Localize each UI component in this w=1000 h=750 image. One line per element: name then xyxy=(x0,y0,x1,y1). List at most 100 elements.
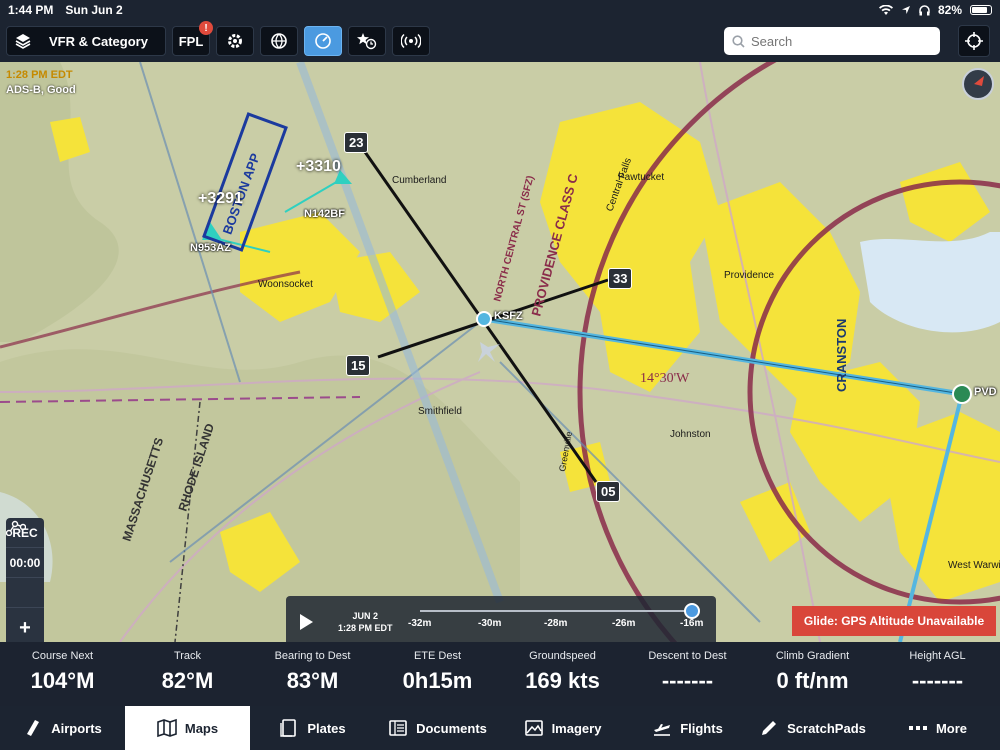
compass-arrow-icon xyxy=(974,76,984,86)
wifi-icon xyxy=(878,4,893,15)
instrument-value: 169 kts xyxy=(525,668,600,693)
label-woonsocket: Woonsocket xyxy=(258,279,313,290)
play-icon[interactable] xyxy=(300,614,313,630)
instrument-bearing-to-dest[interactable]: Bearing to Dest 83°M xyxy=(250,642,375,706)
settings-button[interactable] xyxy=(216,26,254,56)
map-canvas: Woonsocket Cumberland Pawtucket Providen… xyxy=(0,62,1000,642)
maps-icon xyxy=(157,718,177,738)
instrument-ete-dest[interactable]: ETE Dest 0h15m xyxy=(375,642,500,706)
plates-icon xyxy=(280,719,297,737)
center-on-location-button[interactable] xyxy=(958,25,990,57)
traffic-id-1[interactable]: N142BF xyxy=(304,208,345,220)
timeline-mark: -30m xyxy=(478,618,502,629)
layers-icon xyxy=(15,34,31,49)
tab-label: Airports xyxy=(51,720,102,736)
fpl-badge: ! xyxy=(199,21,213,35)
timeline-slider-handle[interactable] xyxy=(684,603,700,619)
layers-label: VFR & Category xyxy=(49,33,148,49)
instrument-value: 82°M xyxy=(161,668,214,693)
label-johnston: Johnston xyxy=(670,429,711,440)
north-up-compass-button[interactable] xyxy=(962,68,994,100)
instrument-climb-gradient[interactable]: Climb Gradient 0 ft/nm xyxy=(750,642,875,706)
connectivity-button[interactable] xyxy=(392,26,430,56)
tab-airports[interactable]: Airports xyxy=(0,706,125,750)
status-time: 1:44 PM xyxy=(8,3,54,17)
status-indicators: 82% xyxy=(878,3,992,17)
instrument-height-agl[interactable]: Height AGL ------- xyxy=(875,642,1000,706)
tab-label: Documents xyxy=(416,720,487,736)
ksfz-airport-symbol[interactable] xyxy=(476,311,492,327)
glide-alert-banner[interactable]: Glide: GPS Altitude Unavailable xyxy=(792,606,996,636)
instruments-button[interactable] xyxy=(304,26,342,56)
search-input[interactable] xyxy=(751,33,921,49)
weather-timeline: JUN 2 1:28 PM EDT -32m -30m -28m -26m -1… xyxy=(286,596,716,642)
tab-label: More xyxy=(935,720,968,736)
more-icon xyxy=(908,726,927,730)
pvd-airport-symbol[interactable] xyxy=(952,384,972,404)
instrument-descent-to-dest[interactable]: Descent to Dest ------- xyxy=(625,642,750,706)
instrument-label: Groundspeed xyxy=(529,650,596,662)
search-icon xyxy=(732,34,745,48)
tab-documents[interactable]: Documents xyxy=(375,706,500,750)
tab-flights[interactable]: Flights xyxy=(625,706,750,750)
battery-percent: 82% xyxy=(937,3,962,17)
airports-icon xyxy=(27,720,40,736)
broadcast-icon xyxy=(401,33,421,49)
globe-icon xyxy=(271,33,287,49)
favorites-recents-button[interactable] xyxy=(348,26,386,56)
airport-tag-pvd[interactable]: PVD xyxy=(974,386,997,398)
route-tool-button[interactable] xyxy=(6,520,44,608)
tab-scratchpads[interactable]: ScratchPads xyxy=(750,706,875,750)
instrument-label: Climb Gradient xyxy=(775,650,850,662)
timeline-mark: -16m xyxy=(680,618,704,629)
documents-icon xyxy=(389,720,407,736)
instrument-label: ETE Dest xyxy=(413,650,462,662)
runway-label-05: 05 xyxy=(596,481,621,502)
scratchpads-icon xyxy=(762,721,777,735)
label-cranston: CRANSTON xyxy=(834,319,849,392)
globe-button[interactable] xyxy=(260,26,298,56)
tab-label: Flights xyxy=(680,720,723,736)
label-cumberland: Cumberland xyxy=(392,175,446,186)
tab-label: Imagery xyxy=(551,720,602,736)
tab-imagery[interactable]: Imagery xyxy=(500,706,625,750)
instrument-panel[interactable]: Course Next 104°M Track 82°M Bearing to … xyxy=(0,642,1000,706)
gauge-icon xyxy=(315,33,331,49)
traffic-id-2[interactable]: N953AZ xyxy=(190,242,231,254)
instrument-value: 0 ft/nm xyxy=(776,668,849,693)
airport-tag-ksfz[interactable]: KSFZ xyxy=(494,310,523,322)
search-box[interactable] xyxy=(724,27,940,55)
instrument-value: ------- xyxy=(661,668,714,693)
route-nodes-icon xyxy=(6,520,26,536)
instrument-track[interactable]: Track 82°M xyxy=(125,642,250,706)
instrument-label: Bearing to Dest xyxy=(274,650,351,662)
runway-label-23: 23 xyxy=(344,132,369,153)
location-icon xyxy=(901,6,910,14)
timeline-date: JUN 2 1:28 PM EDT xyxy=(338,610,393,634)
sectional-map[interactable]: Woonsocket Cumberland Pawtucket Providen… xyxy=(0,62,1000,642)
timeline-mark: -32m xyxy=(408,618,432,629)
layers-button[interactable]: VFR & Category xyxy=(6,26,166,56)
tab-plates[interactable]: Plates xyxy=(250,706,375,750)
instrument-value: ------- xyxy=(911,668,964,693)
label-providence: Providence xyxy=(724,270,774,281)
crosshair-icon xyxy=(965,32,983,50)
tab-label: Plates xyxy=(307,720,346,736)
timeline-month-day: JUN 2 xyxy=(352,611,379,621)
headphones-icon xyxy=(919,4,930,15)
map-status-overlay: 1:28 PM EDT ADS-B, Good xyxy=(6,68,76,98)
star-clock-icon xyxy=(357,33,377,50)
fpl-button[interactable]: FPL ! xyxy=(172,21,213,56)
instrument-value: 83°M xyxy=(286,668,339,693)
flights-icon xyxy=(654,724,671,736)
instrument-course-next[interactable]: Course Next 104°M xyxy=(0,642,125,706)
timeline-slider-track[interactable] xyxy=(420,610,696,612)
tab-maps[interactable]: Maps xyxy=(125,706,250,750)
instrument-groundspeed[interactable]: Groundspeed 169 kts xyxy=(500,642,625,706)
tab-label: ScratchPads xyxy=(787,720,866,736)
zoom-in-button[interactable]: + xyxy=(6,608,44,642)
fpl-label: FPL xyxy=(178,33,204,49)
timeline-mark: -26m xyxy=(612,618,636,629)
instrument-label: Track xyxy=(173,650,202,662)
tab-more[interactable]: More xyxy=(875,706,1000,750)
